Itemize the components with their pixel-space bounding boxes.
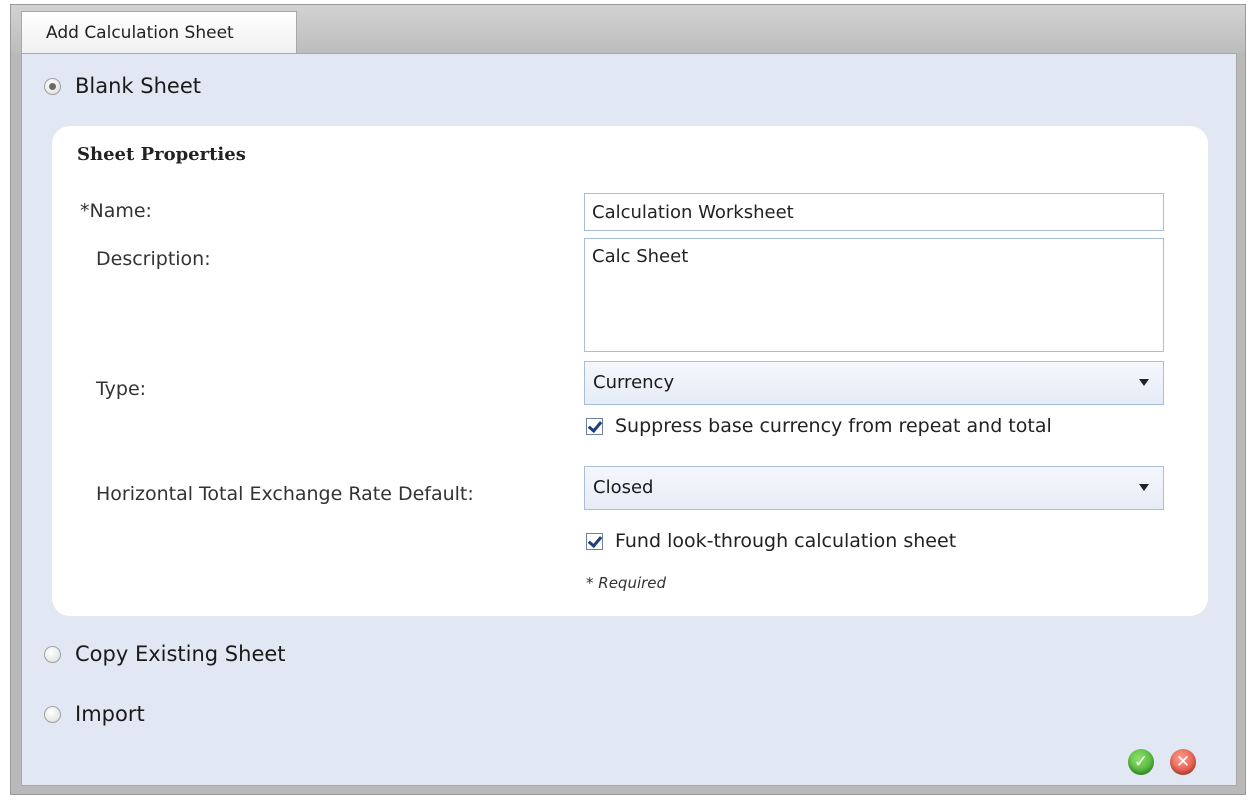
dialog-titlebar: Add Calculation Sheet — [11, 5, 1245, 54]
sheet-properties-title: Sheet Properties — [77, 144, 246, 165]
import-label: Import — [75, 702, 145, 726]
blank-sheet-radio[interactable] — [44, 77, 61, 95]
add-calculation-sheet-dialog: Add Calculation Sheet Blank Sheet Sheet … — [10, 4, 1246, 795]
name-field[interactable] — [584, 193, 1164, 231]
import-radio[interactable] — [44, 705, 61, 723]
fund-look-through-label: Fund look-through calculation sheet — [615, 530, 957, 552]
ok-button[interactable]: ✓ — [1128, 749, 1154, 775]
exchange-rate-select[interactable]: Closed — [584, 466, 1164, 510]
fund-look-through-option[interactable]: Fund look-through calculation sheet — [586, 530, 956, 552]
chevron-down-icon — [1139, 379, 1149, 386]
required-note: * Required — [586, 574, 667, 592]
fund-look-through-checkbox[interactable] — [586, 532, 603, 550]
copy-existing-sheet-option[interactable]: Copy Existing Sheet — [44, 642, 286, 666]
import-option[interactable]: Import — [44, 702, 145, 726]
name-label: *Name: — [80, 200, 152, 222]
check-circle-icon: ✓ — [1133, 752, 1149, 772]
suppress-base-currency-label: Suppress base currency from repeat and t… — [615, 415, 1052, 437]
x-circle-icon: ✕ — [1175, 752, 1191, 772]
type-select-value: Currency — [593, 372, 675, 393]
description-label: Description: — [96, 248, 211, 270]
copy-existing-sheet-radio[interactable] — [44, 645, 61, 663]
type-label: Type: — [96, 378, 147, 400]
dialog-body: Blank Sheet Sheet Properties *Name: Desc… — [21, 53, 1237, 786]
blank-sheet-label: Blank Sheet — [75, 74, 201, 98]
type-select[interactable]: Currency — [584, 361, 1164, 405]
description-field[interactable]: Calc Sheet — [584, 238, 1164, 352]
exchange-rate-label: Horizontal Total Exchange Rate Default: — [96, 483, 474, 505]
blank-sheet-option[interactable]: Blank Sheet — [44, 74, 201, 98]
sheet-properties-panel: Sheet Properties *Name: Description: Cal… — [52, 126, 1208, 616]
copy-existing-sheet-label: Copy Existing Sheet — [75, 642, 286, 666]
exchange-rate-select-value: Closed — [593, 477, 654, 498]
chevron-down-icon — [1139, 484, 1149, 491]
suppress-base-currency-option[interactable]: Suppress base currency from repeat and t… — [586, 415, 1052, 437]
suppress-base-currency-checkbox[interactable] — [586, 417, 603, 435]
cancel-button[interactable]: ✕ — [1170, 749, 1196, 775]
dialog-title: Add Calculation Sheet — [21, 11, 297, 54]
